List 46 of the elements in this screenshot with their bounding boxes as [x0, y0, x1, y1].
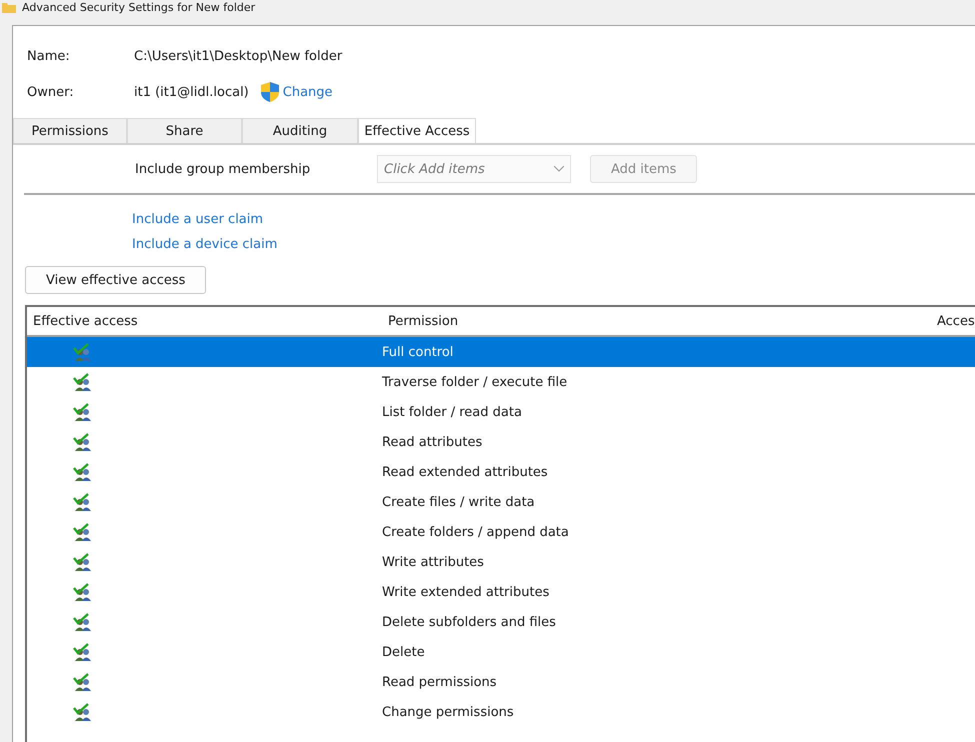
group-membership-label: Include group membership: [135, 162, 312, 176]
column-header: Effective access: [32, 314, 139, 328]
permission-row[interactable]: Read attributes: [27, 427, 975, 457]
permission-name: Traverse folder / execute file: [382, 374, 568, 390]
permission-name: Create folders / append data: [382, 524, 569, 540]
field-label: Name:: [27, 48, 71, 64]
permission-name: Read extended attributes: [382, 464, 548, 480]
tab[interactable]: Share: [127, 118, 242, 143]
change-link[interactable]: Change: [282, 84, 333, 100]
folder-path: C:\Users\it1\Desktop\New folder: [134, 48, 342, 64]
permission-name: List folder / read data: [382, 404, 522, 420]
permission-row[interactable]: Create folders / append data: [27, 517, 975, 547]
permission-name: Read attributes: [382, 434, 482, 450]
permission-name: Change permissions: [382, 704, 514, 720]
folder-icon: [2, 2, 16, 12]
tab[interactable]: Permissions: [13, 118, 127, 143]
permission-row[interactable]: Change permissions: [27, 697, 975, 727]
permission-row[interactable]: Create files / write data: [27, 487, 975, 517]
permission-row[interactable]: Write attributes: [27, 547, 975, 577]
owner-name: it1 (it1@lidl.local): [134, 84, 249, 100]
permission-name: Read permissions: [382, 674, 497, 690]
chevron-down-icon: [554, 166, 564, 172]
permission-name: Write extended attributes: [382, 584, 550, 600]
view-effective-access-button[interactable]: View effective access: [25, 266, 206, 294]
permission-row[interactable]: Full control: [27, 337, 975, 367]
column-header: Permission: [388, 314, 458, 328]
claim-link[interactable]: Include a device claim: [132, 237, 278, 252]
tab[interactable]: Auditing: [242, 118, 358, 143]
column-header: Acces: [937, 314, 975, 328]
shield-icon: [260, 82, 279, 102]
permission-name: Write attributes: [382, 554, 484, 570]
field-label: Owner:: [27, 84, 75, 100]
permission-name: Full control: [382, 344, 454, 360]
permission-row[interactable]: List folder / read data: [27, 397, 975, 427]
permission-row[interactable]: Delete subfolders and files: [27, 607, 975, 637]
claim-link[interactable]: Include a user claim: [132, 212, 264, 227]
permission-name: Delete: [382, 644, 425, 660]
window-title: Advanced Security Settings for New folder: [22, 0, 256, 14]
permission-row[interactable]: Read permissions: [27, 667, 975, 697]
permission-row[interactable]: Read extended attributes: [27, 457, 975, 487]
tab[interactable]: Effective Access: [358, 118, 476, 143]
permission-row[interactable]: Write extended attributes: [27, 577, 975, 607]
permission-row[interactable]: Traverse folder / execute file: [27, 367, 975, 397]
permission-name: Delete subfolders and files: [382, 614, 556, 630]
permission-row[interactable]: Delete: [27, 637, 975, 667]
permission-name: Create files / write data: [382, 494, 535, 510]
